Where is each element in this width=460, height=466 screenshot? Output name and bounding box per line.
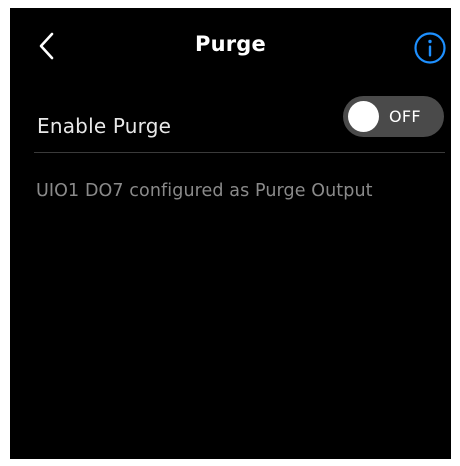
info-button[interactable] bbox=[413, 31, 447, 65]
enable-purge-row: Enable Purge OFF bbox=[10, 88, 451, 152]
divider bbox=[34, 152, 445, 153]
purge-screen: Purge Enable Purge OFF UIO1 DO7 configur… bbox=[10, 8, 451, 459]
page-title: Purge bbox=[195, 32, 266, 56]
header-bar: Purge bbox=[10, 8, 451, 84]
enable-purge-toggle[interactable]: OFF bbox=[343, 96, 444, 137]
toggle-knob bbox=[348, 101, 379, 132]
toggle-state-label: OFF bbox=[389, 107, 421, 126]
info-icon bbox=[414, 32, 446, 64]
enable-purge-label: Enable Purge bbox=[37, 114, 172, 138]
purge-output-note: UIO1 DO7 configured as Purge Output bbox=[36, 181, 373, 201]
